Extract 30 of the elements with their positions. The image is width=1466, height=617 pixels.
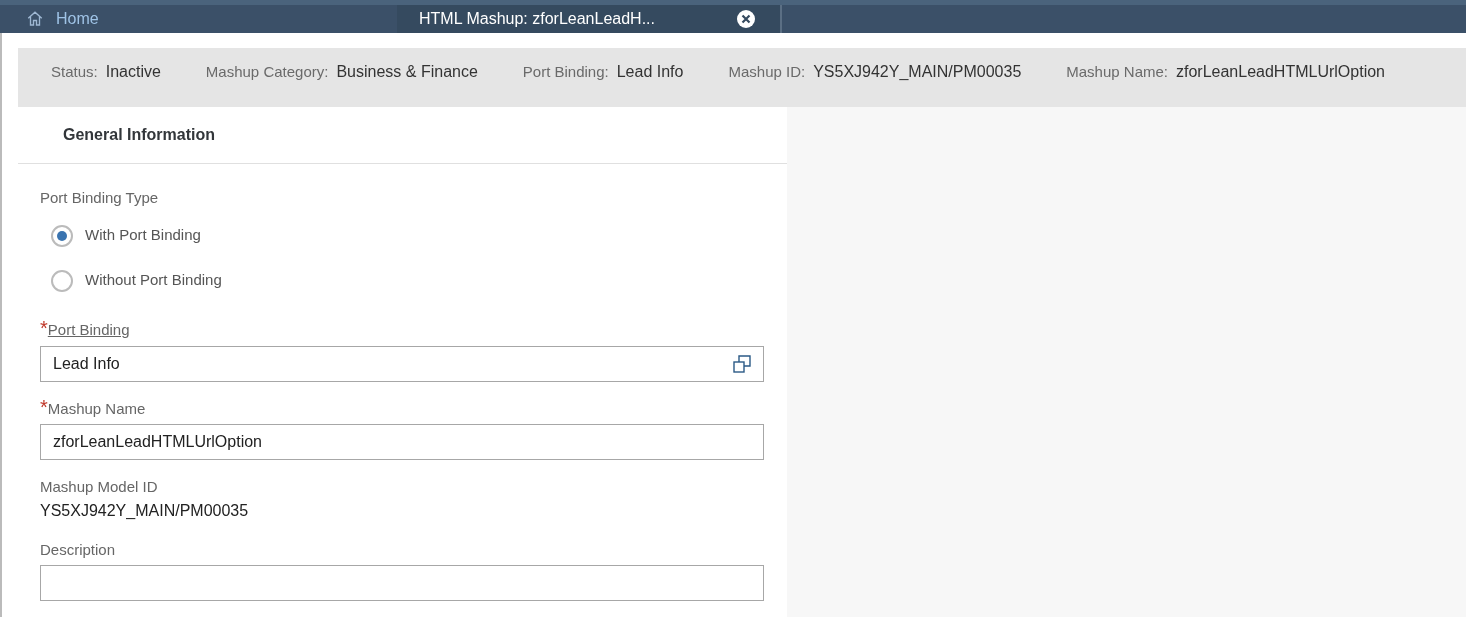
header-value: zforLeanLeadHTMLUrlOption	[1176, 61, 1385, 82]
field-label: Port Binding	[47, 320, 130, 340]
field-label: Port Binding Type	[40, 187, 159, 208]
close-icon[interactable]	[736, 8, 756, 29]
header-value: YS5XJ942Y_MAIN/PM00035	[813, 61, 1022, 82]
header-label: Mashup Category:	[205, 61, 329, 82]
value-help-icon[interactable]	[733, 354, 751, 373]
tab[interactable]: HTML Mashup: zforLeanLeadH...	[397, 4, 782, 33]
header-label: Status:	[51, 61, 98, 82]
header-value: Business & Finance	[336, 61, 478, 82]
section-title[interactable]: General Information	[63, 122, 216, 147]
radio-label: Without Port Binding	[85, 270, 222, 291]
radio-button[interactable]	[51, 224, 73, 247]
header-value: Inactive	[105, 61, 161, 82]
home-icon	[26, 9, 44, 28]
input-field[interactable]	[40, 565, 764, 601]
field-value: YS5XJ942Y_MAIN/PM00035	[40, 500, 250, 521]
header-label: Mashup Name:	[1066, 61, 1168, 82]
field-label: Mashup Model ID	[40, 477, 158, 497]
header-label: Port Binding:	[522, 61, 609, 82]
required-asterisk: *	[40, 397, 48, 416]
input-field[interactable]: Lead Info	[40, 345, 764, 382]
field-label: Description	[40, 539, 116, 560]
radio-label: With Port Binding	[85, 225, 201, 246]
radio-button[interactable]	[51, 269, 73, 292]
field-label: Mashup Name	[47, 398, 146, 419]
input-field[interactable]: zforLeanLeadHTMLUrlOption	[40, 424, 764, 460]
header-value: Lead Info	[616, 61, 684, 82]
header-label: Mashup ID:	[728, 61, 806, 82]
required-asterisk: *	[40, 319, 48, 337]
